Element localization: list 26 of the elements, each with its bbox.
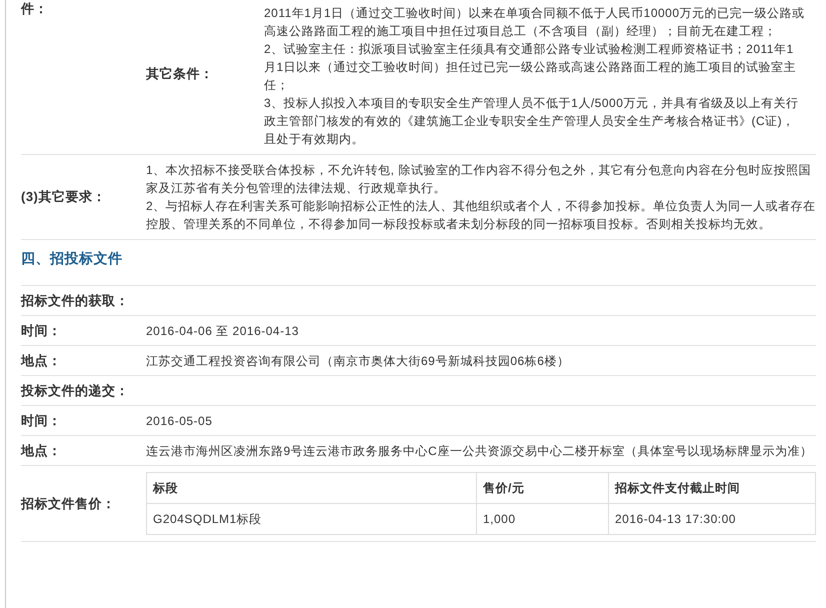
requirement-text: 2、与招标人存在利害关系可能影响招标公正性的法人、其他组织或者个人，不得参加投标。单位负责人为同一人或者存在控股、管理关系的不同单位，不得参加同一标段投标或者未划分标段的同一招标项目投标。否则相关投标均无效。	[146, 198, 816, 233]
row-label: (3)其它要求：	[21, 188, 106, 206]
row-label: 时间：	[21, 412, 62, 428]
row-label: 件：	[21, 1, 48, 16]
table-header: 招标文件支付截止时间	[608, 472, 816, 504]
condition-text: 2、试验室主任：拟派项目试验室主任须具有交通部公路专业试验检测工程师资格证书；2011年1月1日以来（通过交工验收时间）担任过已完一级公路或高速公路路面工程的施工项目的试验室主任；	[264, 41, 798, 94]
table-cell: 1,000	[476, 504, 608, 534]
row-value: 江苏交通工程投资咨询有限公司（南京市奥体大街69号新城科技园06栋6楼）	[146, 354, 570, 368]
row-label: 地点：	[21, 442, 62, 458]
table-header: 售价/元	[476, 472, 608, 504]
row-value: 2016-05-05	[146, 414, 212, 428]
section-title: 四、招投标文件	[21, 249, 124, 267]
row-label: 投标文件的递交：	[21, 382, 129, 398]
row-value: 连云港市海州区凌洲东路9号连云港市政务服务中心C座一公共资源交易中心二楼开标室（具体室号以现场标牌显示为准）	[146, 444, 812, 458]
row-label: 时间：	[21, 322, 62, 338]
requirement-text: 1、本次招标不接受联合体投标，不允许转包, 除试验室的工作内容不得分包之外，其它有分包意向内容在分包时应按照国家及江苏省有关分包管理的法律法规、行政规章执行。	[146, 162, 812, 197]
row-label: 其它条件：	[146, 65, 214, 83]
row-label: 地点：	[21, 352, 62, 368]
row-value: 2016-04-06 至 2016-04-13	[146, 324, 299, 338]
row-label: 招标文件的获取：	[21, 292, 129, 308]
condition-text: 2011年1月1日（通过交工验收时间）以来在单项合同额不低于人民币10000万元的已完一级公路或高速公路路面工程的施工项目中担任过项目总工（不含项目（副）经理）；目前无在建工程；	[264, 5, 806, 40]
row-label: 招标文件售价：	[21, 496, 116, 510]
table-cell: G204SQDLM1标段	[146, 504, 476, 534]
table-header: 标段	[146, 472, 476, 504]
table-cell: 2016-04-13 17:30:00	[608, 504, 816, 534]
condition-text: 3、投标人拟投入本项目的专职安全生产管理人员不低于1人/5000万元，并具有省级及以上有关行政主管部门核发的有效的《建筑施工企业专职安全生产管理人员安全生产考核合格证书》(C证)，且处于有效期内。	[264, 95, 800, 148]
